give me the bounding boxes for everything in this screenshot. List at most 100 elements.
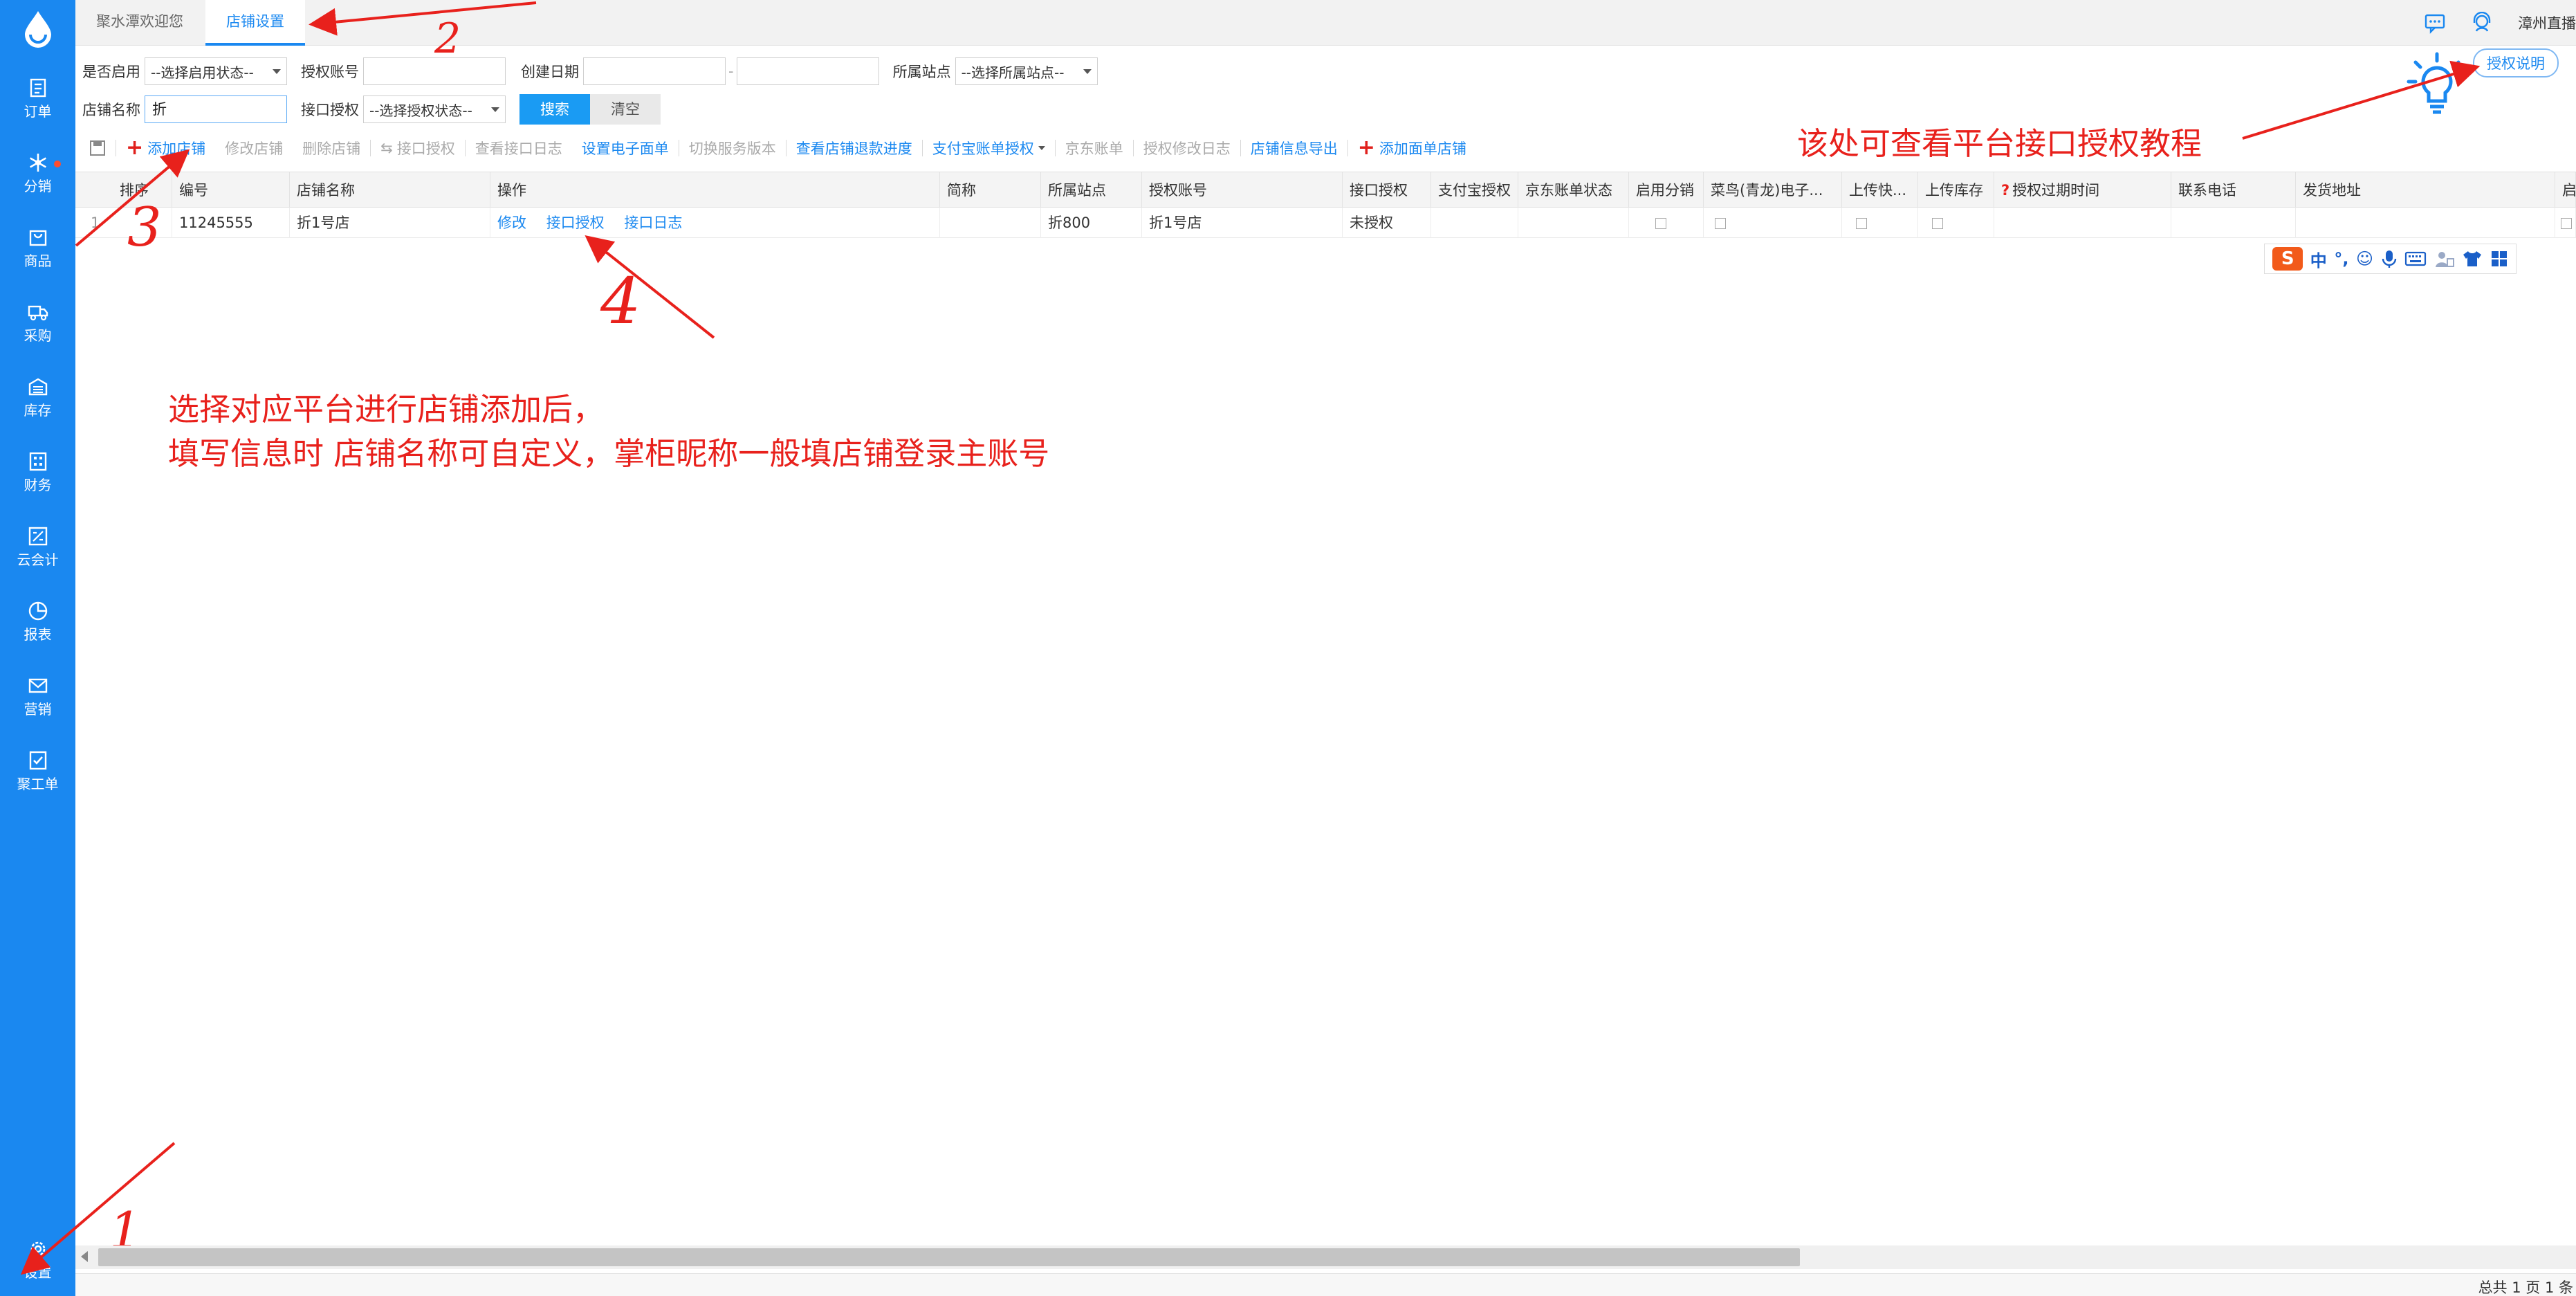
distribution-checkbox[interactable] bbox=[1655, 218, 1666, 229]
sidebar-item-marketing[interactable]: 营销 bbox=[0, 661, 75, 731]
api-auth-select[interactable]: --选择授权状态-- bbox=[363, 95, 506, 123]
site-select[interactable]: --选择所属站点-- bbox=[955, 57, 1098, 85]
shop-name-label: 店铺名称 bbox=[82, 102, 140, 118]
col-jd-status[interactable]: 京东账单状态 bbox=[1518, 172, 1629, 208]
col-actions[interactable]: 操作 bbox=[490, 172, 940, 208]
sidebar-item-goods[interactable]: 商品 bbox=[0, 213, 75, 282]
add-face-shop-button[interactable]: + 添加面单店铺 bbox=[1348, 138, 1476, 158]
enable-checkbox[interactable] bbox=[2561, 218, 2572, 229]
help-icon[interactable]: ? bbox=[2001, 182, 2009, 199]
col-upload-stock[interactable]: 上传库存 bbox=[1918, 172, 1994, 208]
chat-icon[interactable] bbox=[2424, 12, 2446, 34]
jd-bill-button[interactable]: 京东账单 bbox=[1056, 138, 1133, 158]
pie-icon bbox=[28, 601, 47, 621]
grid-save-icon bbox=[90, 140, 105, 156]
toolbox-grid-icon[interactable] bbox=[2490, 250, 2508, 268]
col-upload-express[interactable]: 上传快... bbox=[1842, 172, 1918, 208]
created-date-start[interactable] bbox=[583, 57, 726, 85]
annotation-main-line1: 选择对应平台进行店铺添加后， bbox=[168, 391, 605, 428]
shop-name-input[interactable]: 折 bbox=[145, 95, 287, 123]
page-info: 总共 1 页 1 条 bbox=[2478, 1279, 2573, 1296]
keyboard-icon[interactable] bbox=[2404, 250, 2427, 267]
col-enable[interactable]: 启用 bbox=[2555, 172, 2576, 208]
chevron-down-icon bbox=[1083, 69, 1092, 74]
cainiao-checkbox[interactable] bbox=[1715, 218, 1726, 229]
col-expire[interactable]: ? 授权过期时间 bbox=[1994, 172, 2171, 208]
table-header: 排序 编号 店铺名称 操作 简称 所属站点 授权账号 接口授权 支付宝授权 京东… bbox=[75, 172, 2576, 208]
cell-upload-stock bbox=[1918, 208, 1994, 238]
sidebar-item-purchase[interactable]: 采购 bbox=[0, 288, 75, 357]
sidebar-item-settings[interactable]: 设置 bbox=[0, 1225, 75, 1294]
auth-log-button[interactable]: 授权修改日志 bbox=[1134, 138, 1240, 158]
punctuation-icon[interactable]: °, bbox=[2334, 249, 2348, 268]
sidebar-item-cloud-accounting[interactable]: 云会计 bbox=[0, 512, 75, 581]
plus-icon: + bbox=[126, 136, 144, 160]
col-address[interactable]: 发货地址 bbox=[2296, 172, 2555, 208]
emoji-icon[interactable]: ☺ bbox=[2356, 249, 2373, 268]
user-tools-icon[interactable] bbox=[2434, 249, 2455, 268]
skin-shirt-icon[interactable] bbox=[2462, 250, 2483, 268]
user-name[interactable]: 漳州直播 bbox=[2518, 12, 2576, 33]
annotation-number-3: 3 bbox=[127, 197, 162, 259]
edit-shop-button[interactable]: 修改店铺 bbox=[215, 138, 293, 158]
set-eface-button[interactable]: 设置电子面单 bbox=[572, 138, 679, 158]
api-log-link[interactable]: 接口日志 bbox=[624, 215, 682, 231]
save-grid-icon[interactable] bbox=[82, 140, 116, 156]
cell-account: 折1号店 bbox=[1142, 208, 1343, 238]
sidebar-item-label: 订单 bbox=[24, 103, 52, 120]
ime-toolbar[interactable]: S 中 °, ☺ bbox=[2264, 244, 2517, 274]
sidebar-item-label: 财务 bbox=[24, 477, 52, 493]
col-site[interactable]: 所属站点 bbox=[1041, 172, 1142, 208]
logo[interactable] bbox=[0, 0, 75, 58]
col-short[interactable]: 简称 bbox=[940, 172, 1041, 208]
auth-account-label: 授权账号 bbox=[301, 64, 359, 80]
tab-welcome[interactable]: 聚水潭欢迎您 bbox=[75, 0, 204, 46]
auth-guide-button[interactable]: 授权说明 bbox=[2473, 48, 2559, 77]
api-auth-link[interactable]: 接口授权 bbox=[546, 215, 605, 231]
scroll-left-icon[interactable] bbox=[81, 1251, 88, 1262]
api-auth-button[interactable]: ⇆ 接口授权 bbox=[371, 138, 465, 158]
enable-select[interactable]: --选择启用状态-- bbox=[145, 57, 287, 85]
water-drop-logo-icon bbox=[24, 11, 51, 48]
col-phone[interactable]: 联系电话 bbox=[2171, 172, 2296, 208]
created-date-end[interactable] bbox=[736, 57, 879, 85]
switch-version-button[interactable]: 切换服务版本 bbox=[679, 138, 786, 158]
sidebar-item-order[interactable]: 订单 bbox=[0, 64, 75, 133]
alipay-auth-dropdown[interactable]: 支付宝账单授权 bbox=[923, 138, 1055, 158]
cell-distribution bbox=[1629, 208, 1704, 238]
horizontal-scrollbar[interactable] bbox=[75, 1245, 2576, 1269]
mail-icon bbox=[28, 678, 47, 693]
api-auth-label: 接口授权 bbox=[301, 102, 359, 118]
col-name[interactable]: 店铺名称 bbox=[290, 172, 490, 208]
upload-stock-checkbox[interactable] bbox=[1932, 218, 1943, 229]
ime-mode[interactable]: 中 bbox=[2310, 247, 2327, 271]
col-id[interactable]: 编号 bbox=[172, 172, 290, 208]
tab-shop-settings[interactable]: 店铺设置 bbox=[205, 0, 305, 46]
sidebar-item-reports[interactable]: 报表 bbox=[0, 587, 75, 656]
cell-api-status: 未授权 bbox=[1343, 208, 1431, 238]
clear-button[interactable]: 清空 bbox=[590, 94, 661, 125]
col-alipay[interactable]: 支付宝授权 bbox=[1431, 172, 1518, 208]
customer-service-icon[interactable] bbox=[2471, 12, 2493, 34]
search-button[interactable]: 搜索 bbox=[519, 94, 590, 125]
delete-shop-button[interactable]: 删除店铺 bbox=[293, 138, 370, 158]
export-button[interactable]: 店铺信息导出 bbox=[1241, 138, 1347, 158]
sidebar-item-distribution[interactable]: 分销 bbox=[0, 138, 75, 208]
col-account[interactable]: 授权账号 bbox=[1142, 172, 1343, 208]
upload-express-checkbox[interactable] bbox=[1856, 218, 1867, 229]
edit-link[interactable]: 修改 bbox=[497, 215, 526, 231]
col-cainiao[interactable]: 菜鸟(青龙)电子... bbox=[1704, 172, 1842, 208]
cell-alipay bbox=[1431, 208, 1518, 238]
refund-progress-button[interactable]: 查看店铺退款进度 bbox=[786, 138, 922, 158]
col-distribution[interactable]: 启用分销 bbox=[1629, 172, 1704, 208]
sidebar-item-label: 商品 bbox=[24, 253, 52, 269]
scrollbar-thumb[interactable] bbox=[98, 1248, 1800, 1266]
add-shop-button[interactable]: + 添加店铺 bbox=[116, 138, 215, 158]
microphone-icon[interactable] bbox=[2381, 249, 2398, 268]
sidebar-item-inventory[interactable]: 库存 bbox=[0, 363, 75, 432]
api-log-button[interactable]: 查看接口日志 bbox=[466, 138, 572, 158]
col-api-auth[interactable]: 接口授权 bbox=[1343, 172, 1431, 208]
sidebar-item-finance[interactable]: 财务 bbox=[0, 437, 75, 506]
sidebar-item-work-order[interactable]: 聚工单 bbox=[0, 736, 75, 805]
table-row[interactable]: 1 11245555 折1号店 修改 接口授权 接口日志 折800 折1号店 未… bbox=[75, 208, 2576, 238]
